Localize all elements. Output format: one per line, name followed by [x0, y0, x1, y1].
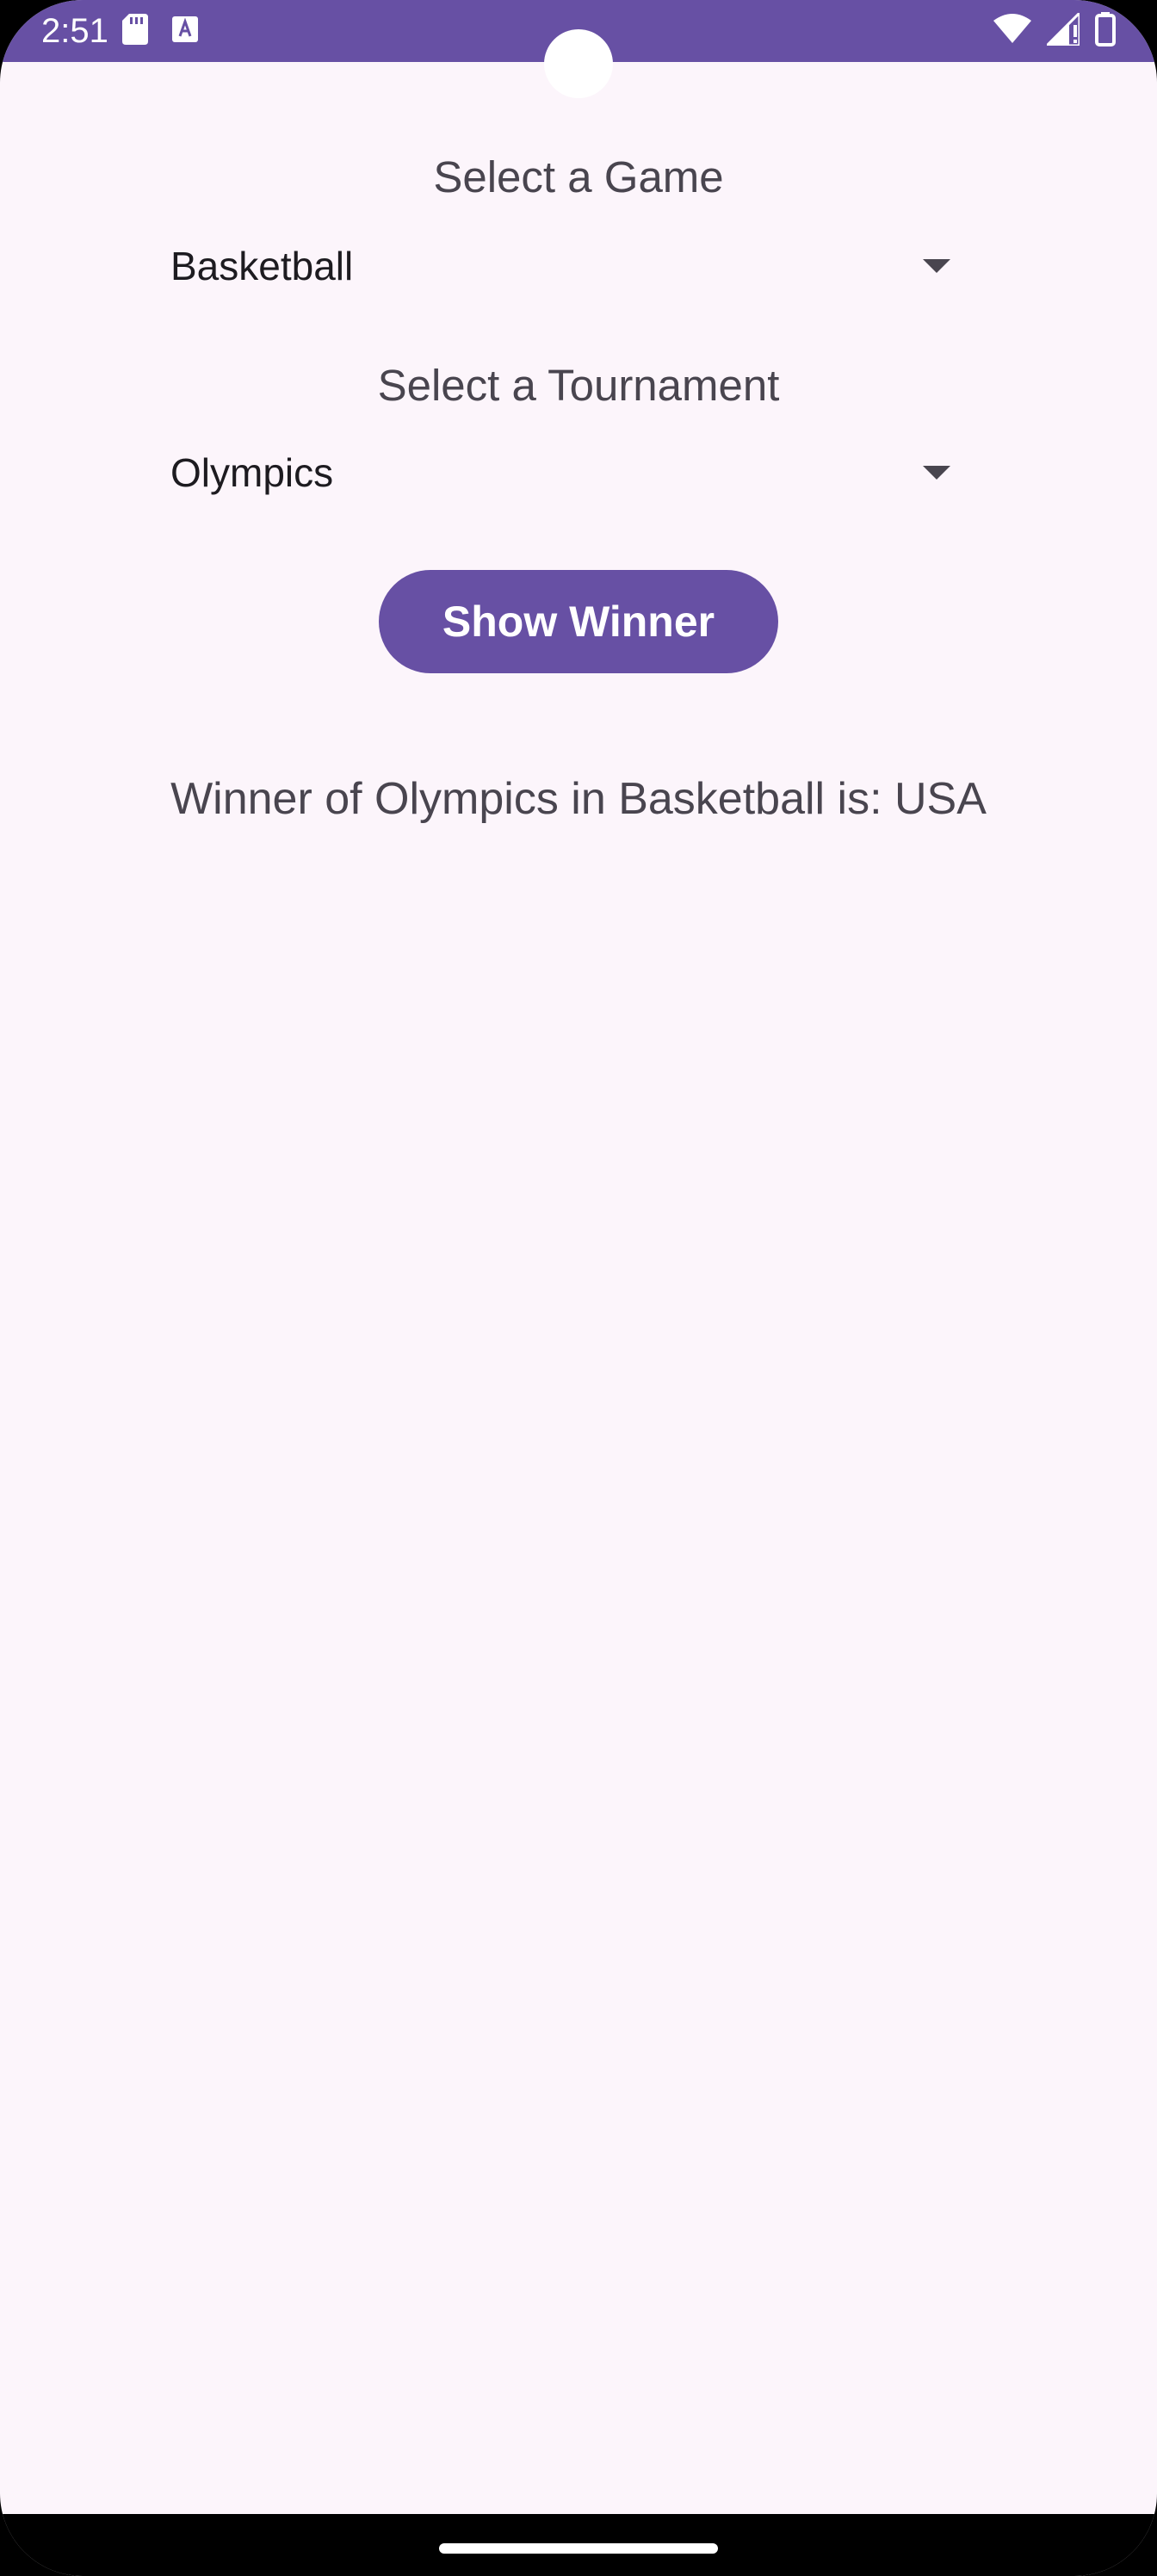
tournament-label: Select a Tournament	[377, 361, 780, 410]
game-dropdown-value: Basketball	[170, 244, 354, 288]
game-dropdown[interactable]: Basketball	[170, 219, 968, 313]
status-left-icons	[122, 13, 198, 49]
text-notification-icon	[172, 15, 198, 46]
tournament-dropdown[interactable]: Olympics	[170, 425, 968, 520]
navigation-bar	[0, 2514, 1157, 2576]
wifi-icon	[993, 13, 1031, 49]
tournament-dropdown-value: Olympics	[170, 450, 334, 495]
chevron-down-icon	[923, 259, 950, 273]
phone-frame: 2:51 Select a Game Basketball Select a T…	[0, 0, 1157, 2576]
chevron-down-icon	[923, 466, 950, 480]
status-right-icons	[993, 9, 1116, 51]
sd-card-icon	[122, 13, 148, 49]
home-indicator[interactable]	[439, 2543, 718, 2554]
app-screen: 2:51 Select a Game Basketball Select a T…	[0, 0, 1157, 2576]
show-winner-button[interactable]: Show Winner	[379, 570, 778, 673]
battery-icon	[1095, 11, 1116, 51]
status-time: 2:51	[41, 12, 108, 50]
winner-result-text: Winner of Olympics in Basketball is: USA	[170, 774, 987, 824]
camera-cutout	[544, 29, 613, 98]
cellular-signal-icon	[1043, 9, 1081, 50]
status-bar: 2:51	[0, 0, 1157, 98]
game-label: Select a Game	[433, 152, 724, 201]
